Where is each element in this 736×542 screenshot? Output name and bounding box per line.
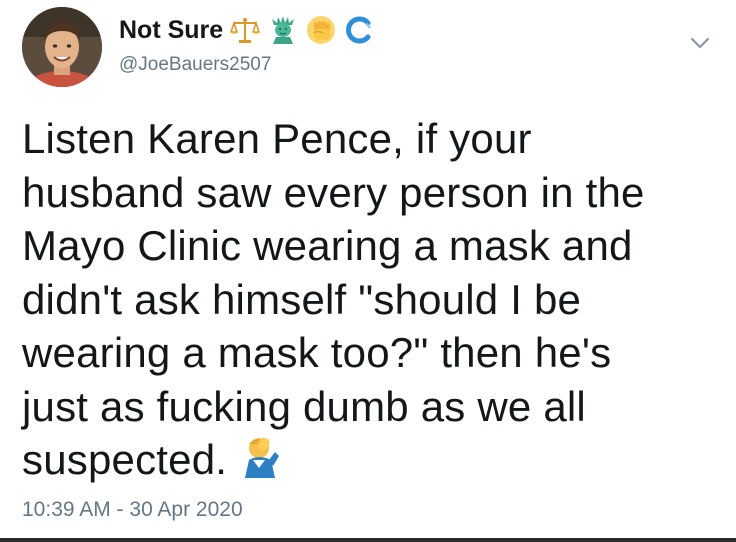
tweet-card: Not Sure @JoeBauers2507 Listen Karen Pen… bbox=[0, 0, 736, 542]
tweet-text-line: Listen Karen Pence, if your bbox=[22, 115, 532, 162]
tweet-text-last-line: suspected. bbox=[22, 433, 722, 487]
tweet-text-line: suspected. bbox=[22, 436, 228, 483]
tweet-text-line: wearing a mask too?" then he's bbox=[22, 329, 612, 376]
tweet-text: Listen Karen Pence, if your husband saw … bbox=[22, 112, 722, 487]
tweet-text-line: didn't ask himself "should I be bbox=[22, 275, 582, 323]
tweet-text-line: just as fucking dumb as we all bbox=[22, 382, 586, 430]
display-name[interactable]: Not Sure bbox=[119, 16, 223, 45]
raised-fist-icon bbox=[305, 14, 337, 46]
chevron-down-icon[interactable] bbox=[690, 36, 710, 50]
tweet-timestamp[interactable]: 10:39 AM - 30 Apr 2020 bbox=[22, 498, 243, 522]
user-handle[interactable]: @JoeBauers2507 bbox=[119, 54, 375, 76]
tweet-text-line: Mayo Clinic wearing a mask and bbox=[22, 222, 633, 269]
facepalm-icon bbox=[239, 434, 285, 480]
tweet-header: Not Sure @JoeBauers2507 bbox=[119, 8, 375, 88]
divider bbox=[0, 538, 736, 542]
tweet-text-line: husband saw every person in the bbox=[22, 168, 645, 216]
avatar[interactable] bbox=[22, 7, 102, 87]
statue-of-liberty-icon bbox=[267, 14, 299, 46]
scales-icon bbox=[229, 14, 261, 46]
wave-icon bbox=[343, 14, 375, 46]
name-row: Not Sure bbox=[119, 10, 375, 50]
